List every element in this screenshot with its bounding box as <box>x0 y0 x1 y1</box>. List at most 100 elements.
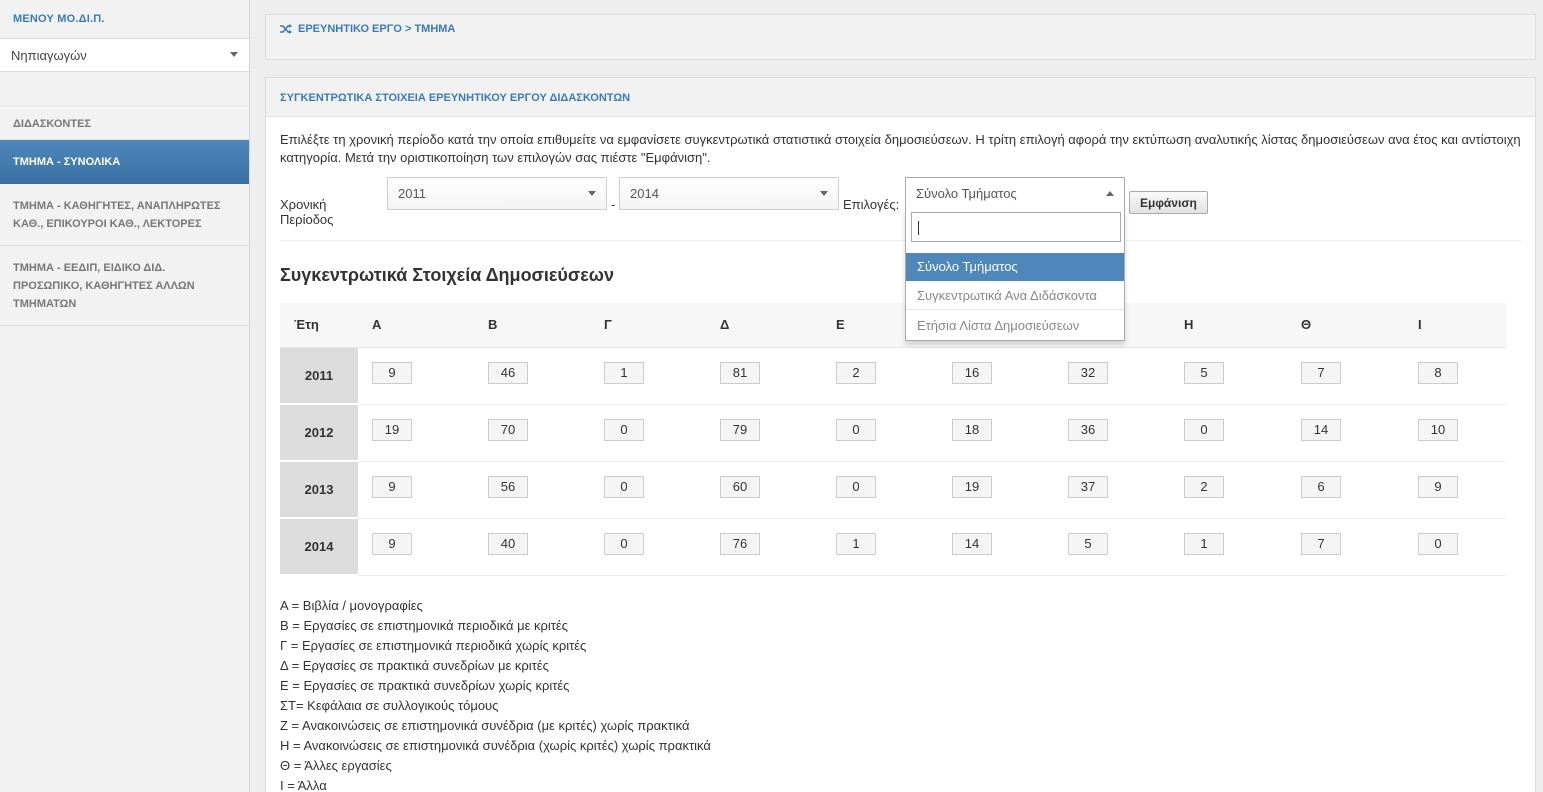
column-header: Έτη <box>280 303 358 348</box>
value-cell[interactable]: 2 <box>836 361 876 384</box>
breadcrumb: ΕΡΕΥΝΗΤΙΚΟ ΕΡΓΟ > ΤΜΗΜΑ <box>266 15 1535 35</box>
dropdown-option[interactable]: Συγκεντρωτικά Ανα Διδάσκοντα <box>906 282 1124 310</box>
legend-item: Ζ = Ανακοινώσεις σε επιστημονικά συνέδρι… <box>280 718 690 733</box>
value-cell[interactable]: 37 <box>1068 475 1108 498</box>
year-from-select[interactable]: 2011 <box>387 177 607 210</box>
value-cell[interactable]: 5 <box>1068 532 1108 555</box>
value-cell[interactable]: 1 <box>1184 532 1224 555</box>
value-cell[interactable]: 9 <box>372 361 412 384</box>
legend-item: Θ = Άλλες εργασίες <box>280 758 392 773</box>
panel-header: ΣΥΓΚΕΝΤΡΩΤΙΚΑ ΣΤΟΙΧΕΙΑ ΕΡΕΥΝΗΤΙΚΟΥ ΕΡΓΟΥ… <box>266 78 1535 117</box>
value-cell[interactable]: 76 <box>720 532 760 555</box>
year-to-select[interactable]: 2014 <box>619 177 839 210</box>
year-cell: 2014 <box>280 518 358 576</box>
value-cell[interactable]: 0 <box>604 475 644 498</box>
sidebar-item-label: ΔΙΔΑΣΚΟΝΤΕΣ <box>13 117 92 130</box>
main-panel: ΣΥΓΚΕΝΤΡΩΤΙΚΑ ΣΤΟΙΧΕΙΑ ΕΡΕΥΝΗΤΙΚΟΥ ΕΡΓΟΥ… <box>265 77 1536 792</box>
show-button[interactable]: Εμφάνιση <box>1129 191 1208 214</box>
chevron-down-icon <box>230 52 238 57</box>
table-row: 2012 19 70 0 79 0 18 36 0 14 10 <box>280 404 1506 462</box>
value-cell[interactable]: 70 <box>488 418 528 441</box>
column-header: Ι <box>1404 303 1506 348</box>
legend-item: Δ = Εργασίες σε πρακτικά συνεδρίων με κρ… <box>280 658 549 673</box>
sidebar-item-department-staff[interactable]: ΤΜΗΜΑ - ΕΕΔΙΠ, ΕΙΔΙΚΟ ΔΙΔ. ΠΡΟΣΩΠΙΚΟ, ΚΑ… <box>0 246 249 326</box>
sidebar-item-department-totals[interactable]: ΤΜΗΜΑ - ΣΥΝΟΛΙΚΑ <box>0 140 249 184</box>
sidebar-item-teachers[interactable]: ΔΙΔΑΣΚΟΝΤΕΣ <box>0 107 249 140</box>
value-cell[interactable]: 6 <box>1301 475 1341 498</box>
year-cell: 2012 <box>280 404 358 462</box>
legend-item: ΣΤ= Κεφάλαια σε συλλογικούς τόμους <box>280 698 499 713</box>
column-header: Θ <box>1287 303 1404 348</box>
value-cell[interactable]: 8 <box>1418 361 1458 384</box>
legend-item: Γ = Εργασίες σε επιστημονικά περιοδικά χ… <box>280 638 587 653</box>
breadcrumb-panel: ΕΡΕΥΝΗΤΙΚΟ ΕΡΓΟ > ΤΜΗΜΑ <box>265 14 1536 60</box>
value-cell[interactable]: 10 <box>1418 418 1458 441</box>
column-header: Β <box>474 303 590 348</box>
value-cell[interactable]: 9 <box>372 475 412 498</box>
dropdown-search-input[interactable] <box>911 212 1121 242</box>
value-cell[interactable]: 14 <box>952 532 992 555</box>
column-header: Η <box>1170 303 1287 348</box>
value-cell[interactable]: 18 <box>952 418 992 441</box>
value-cell[interactable]: 9 <box>1418 475 1458 498</box>
stats-table: Έτη Α Β Γ Δ Ε ΣΤ Ζ Η Θ Ι 2011 9 46 1 81 … <box>280 303 1506 576</box>
year-from-value: 2011 <box>398 186 426 201</box>
period-label: Χρονική Περίοδος <box>280 197 334 227</box>
column-header: Γ <box>590 303 706 348</box>
chevron-up-icon <box>1106 191 1114 196</box>
value-cell[interactable]: 7 <box>1301 361 1341 384</box>
value-cell[interactable]: 0 <box>836 475 876 498</box>
legend-item: Β = Εργασίες σε επιστημονικά περιοδικά μ… <box>280 618 568 633</box>
value-cell[interactable]: 0 <box>836 418 876 441</box>
value-cell[interactable]: 0 <box>604 418 644 441</box>
value-cell[interactable]: 56 <box>488 475 528 498</box>
sidebar: ΜΕΝΟΥ ΜΟ.ΔΙ.Π. Νηπιαγωγών ΔΙΔΑΣΚΟΝΤΕΣ ΤΜ… <box>0 0 250 792</box>
table-header-row: Έτη Α Β Γ Δ Ε ΣΤ Ζ Η Θ Ι <box>280 303 1506 348</box>
value-cell[interactable]: 32 <box>1068 361 1108 384</box>
value-cell[interactable]: 14 <box>1301 418 1341 441</box>
intro-text: Επιλέξτε τη χρονική περίοδο κατά την οπο… <box>280 132 1521 165</box>
year-cell: 2013 <box>280 461 358 519</box>
legend-item: Α = Βιβλία / μονογραφίες <box>280 598 423 613</box>
column-header: Δ <box>706 303 822 348</box>
options-dropdown: Σύνολο Τμήματος Συγκεντρωτικά Ανα Διδάσκ… <box>905 209 1125 341</box>
value-cell[interactable]: 19 <box>952 475 992 498</box>
value-cell[interactable]: 9 <box>372 532 412 555</box>
value-cell[interactable]: 36 <box>1068 418 1108 441</box>
year-cell: 2011 <box>280 347 358 405</box>
value-cell[interactable]: 0 <box>1418 532 1458 555</box>
value-cell[interactable]: 2 <box>1184 475 1224 498</box>
value-cell[interactable]: 1 <box>836 532 876 555</box>
chevron-down-icon <box>588 191 596 196</box>
dropdown-option[interactable]: Σύνολο Τμήματος <box>906 253 1124 281</box>
breadcrumb-text[interactable]: ΕΡΕΥΝΗΤΙΚΟ ΕΡΓΟ > ΤΜΗΜΑ <box>298 23 455 35</box>
value-cell[interactable]: 16 <box>952 361 992 384</box>
options-select[interactable]: Σύνολο Τμήματος <box>905 177 1125 210</box>
sidebar-nav: ΔΙΔΑΣΚΟΝΤΕΣ ΤΜΗΜΑ - ΣΥΝΟΛΙΚΑ ΤΜΗΜΑ - ΚΑΘ… <box>0 106 249 326</box>
sidebar-item-label: ΤΜΗΜΑ - ΣΥΝΟΛΙΚΑ <box>13 155 121 168</box>
options-label: Επιλογές: <box>843 197 900 212</box>
value-cell[interactable]: 1 <box>604 361 644 384</box>
dropdown-option[interactable]: Ετήσια Λίστα Δημοσιεύσεων <box>906 312 1124 340</box>
sidebar-item-label: ΤΜΗΜΑ - ΕΕΔΙΠ, ΕΙΔΙΚΟ ΔΙΔ. ΠΡΟΣΩΠΙΚΟ, ΚΑ… <box>13 261 195 310</box>
options-select-value: Σύνολο Τμήματος <box>916 186 1017 201</box>
sidebar-item-department-professors[interactable]: ΤΜΗΜΑ - ΚΑΘΗΓΗΤΕΣ, ΑΝΑΠΛΗΡΩΤΕΣ ΚΑΘ., ΕΠΙ… <box>0 184 249 246</box>
value-cell[interactable]: 81 <box>720 361 760 384</box>
department-select-value: Νηπιαγωγών <box>11 48 87 63</box>
department-select[interactable]: Νηπιαγωγών <box>0 38 249 72</box>
divider <box>280 240 1521 241</box>
value-cell[interactable]: 0 <box>604 532 644 555</box>
value-cell[interactable]: 40 <box>488 532 528 555</box>
value-cell[interactable]: 60 <box>720 475 760 498</box>
section-title: Συγκεντρωτικά Στοιχεία Δημοσιεύσεων <box>280 265 614 285</box>
value-cell[interactable]: 79 <box>720 418 760 441</box>
value-cell[interactable]: 5 <box>1184 361 1224 384</box>
text-cursor <box>918 221 919 235</box>
value-cell[interactable]: 46 <box>488 361 528 384</box>
value-cell[interactable]: 19 <box>372 418 412 441</box>
value-cell[interactable]: 0 <box>1184 418 1224 441</box>
value-cell[interactable]: 7 <box>1301 532 1341 555</box>
column-header: Α <box>358 303 474 348</box>
table-row: 2011 9 46 1 81 2 16 32 5 7 8 <box>280 347 1506 405</box>
shuffle-icon <box>280 24 292 34</box>
